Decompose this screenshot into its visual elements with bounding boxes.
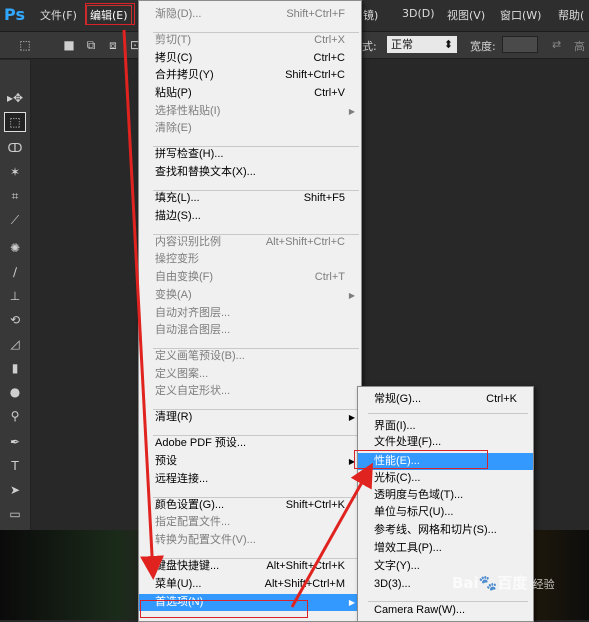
annotation-box-performance xyxy=(354,450,488,469)
watermark-brand-end: 百度 xyxy=(497,574,528,592)
baidu-watermark: Bai🐾百度 经验 xyxy=(452,572,555,593)
watermark-brand: Bai xyxy=(452,574,479,592)
annotation-box-preferences xyxy=(140,600,308,618)
annotation-arrow-1 xyxy=(122,29,165,580)
paw-icon: 🐾 xyxy=(478,574,498,592)
annotation-overlay xyxy=(122,29,373,608)
annotation-box-edit xyxy=(85,3,135,25)
annotation-arrow-2 xyxy=(290,462,373,608)
watermark-sub: 经验 xyxy=(532,578,555,591)
